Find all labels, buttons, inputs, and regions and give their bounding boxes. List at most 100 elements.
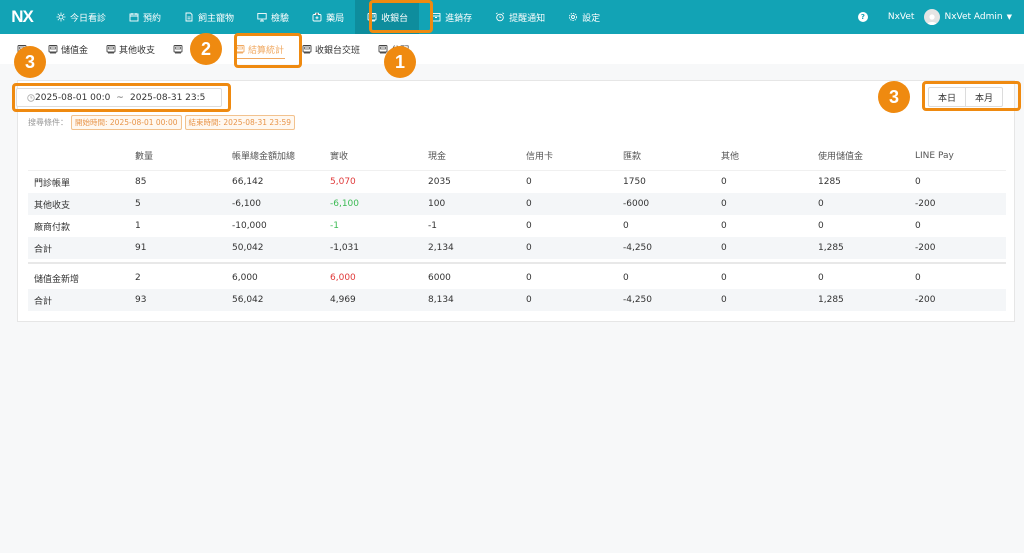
- table-header-row: 數量 帳單總金額加總 實收 現金 信用卡 匯款 其他 使用儲值金 LINE Pay: [28, 141, 1006, 171]
- table-cell: 其他收支: [34, 200, 71, 211]
- nav-item-7[interactable]: 提醒通知: [483, 0, 556, 34]
- table-cell: 5: [135, 199, 141, 209]
- top-navbar: NX 今日看診 預約 飼主寵物 檢驗 藥局 收銀台 進銷存 提醒通知 設定 ? NxVet Nx…: [0, 0, 1024, 34]
- nav-item-2[interactable]: 飼主寵物: [172, 0, 245, 34]
- today-button[interactable]: 本日: [928, 87, 966, 107]
- table-cell: 0: [526, 295, 532, 305]
- table-cell: -200: [915, 295, 936, 305]
- subtab-label: 儲值金: [61, 45, 89, 56]
- table-row: 其他收支 5 -6,100 -6,100 100 0 -6000 0 0 -200: [28, 193, 1006, 215]
- table-row: 合計 93 56,042 4,969 8,134 0 -4,250 0 1,285 -200: [28, 289, 1006, 311]
- table-cell: 2035: [428, 177, 451, 187]
- table-cell: -1,031: [330, 243, 360, 253]
- subtab-label: 其他收支: [119, 45, 156, 56]
- table-cell: 6000: [428, 273, 451, 283]
- cashier-icon: [106, 44, 116, 54]
- table-cell: 6,000: [232, 273, 258, 283]
- table-cell: 1,285: [818, 243, 844, 253]
- table-cell: 0: [721, 273, 727, 283]
- annotation-3-left: 3: [14, 46, 46, 78]
- avatar[interactable]: [924, 9, 941, 25]
- annotation-2: 2: [190, 33, 222, 65]
- start-date-input[interactable]: 2025-08-01 00:00: [35, 93, 110, 103]
- nav-item-label: 收銀台: [381, 13, 409, 24]
- cashier-icon: [366, 12, 377, 23]
- table-divider: [28, 262, 1006, 264]
- nav-item-4[interactable]: 藥局: [300, 0, 355, 34]
- date-range-picker[interactable]: 2025-08-01 00:00 ~ 2025-08-31 23:59: [16, 88, 222, 107]
- end-date-input[interactable]: 2025-08-31 23:59: [130, 93, 206, 103]
- table-cell: 0: [721, 221, 727, 231]
- table-cell: 0: [721, 243, 727, 253]
- column-header: LINE Pay: [915, 150, 954, 161]
- main-nav: 今日看診 預約 飼主寵物 檢驗 藥局 收銀台 進銷存 提醒通知 設定: [44, 0, 611, 34]
- column-header: 使用儲值金: [818, 152, 864, 162]
- table-cell: 儲值金新增: [34, 274, 80, 285]
- annotation-3-right: 3: [878, 81, 910, 113]
- table-cell: 6,000: [330, 273, 356, 283]
- user-icon: [927, 14, 938, 25]
- help-icon[interactable]: ?: [857, 12, 868, 22]
- annotation-1: 1: [384, 46, 416, 78]
- table-cell: -200: [915, 243, 936, 253]
- table-cell: 4,969: [330, 295, 356, 305]
- table-cell: 0: [818, 221, 824, 231]
- table-cell: 100: [428, 199, 446, 209]
- table-cell: 1,285: [818, 295, 844, 305]
- subtab-2[interactable]: 其他收支: [97, 34, 164, 64]
- nav-item-label: 飼主寵物: [198, 13, 235, 24]
- cashier-icon: [235, 44, 245, 54]
- table-cell: 0: [526, 221, 532, 231]
- app-logo[interactable]: NX: [0, 0, 44, 34]
- table-cell: 0: [818, 199, 824, 209]
- subtab-4[interactable]: 結算統計: [226, 34, 293, 64]
- table-cell: 0: [526, 273, 532, 283]
- user-menu[interactable]: NxVet Admin: [944, 12, 1002, 22]
- start-time-tag: 開始時間: 2025-08-01 00:00: [71, 114, 182, 130]
- table-cell: -6000: [623, 199, 650, 209]
- column-header: 匯款: [623, 152, 642, 162]
- nav-item-8[interactable]: 設定: [556, 0, 611, 34]
- inventory-icon: [430, 12, 441, 23]
- table-cell: 0: [915, 177, 921, 187]
- table-cell: -1: [428, 221, 437, 231]
- nav-item-label: 藥局: [326, 13, 345, 24]
- table-cell: 門診帳單: [34, 178, 71, 189]
- table-cell: -6,100: [232, 199, 262, 209]
- table-cell: -4,250: [623, 295, 653, 305]
- table-cell: 0: [721, 177, 727, 187]
- nav-item-label: 提醒通知: [509, 13, 546, 24]
- nav-item-6[interactable]: 進銷存: [419, 0, 483, 34]
- cashier-icon: [173, 44, 183, 54]
- top-right-area: ? NxVet NxVet Admin ▼: [857, 0, 1024, 34]
- subtab-label: 結算統計: [248, 45, 285, 56]
- monitor-icon: [256, 12, 267, 23]
- table-cell: 1: [135, 221, 141, 231]
- nav-item-0[interactable]: 今日看診: [44, 0, 117, 34]
- table-row: 儲值金新增 2 6,000 6,000 6000 0 0 0 0 0: [28, 267, 1006, 289]
- table-cell: 廠商付款: [34, 222, 71, 233]
- nav-item-5[interactable]: 收銀台: [355, 0, 420, 34]
- table-cell: 56,042: [232, 295, 264, 305]
- column-header: 其他: [721, 152, 740, 162]
- document-icon: [183, 12, 194, 23]
- subtab-5[interactable]: 收銀台交班: [293, 34, 369, 64]
- table-cell: 合計: [34, 244, 53, 255]
- column-header: 信用卡: [526, 152, 554, 162]
- nav-item-3[interactable]: 檢驗: [245, 0, 300, 34]
- subtab-1[interactable]: 儲值金: [39, 34, 97, 64]
- column-header: 實收: [330, 152, 349, 162]
- table-cell: 85: [135, 177, 147, 187]
- chevron-down-icon[interactable]: ▼: [1007, 13, 1012, 21]
- conditions-label: 搜尋條件：: [28, 117, 68, 127]
- table-cell: 66,142: [232, 177, 264, 187]
- nav-item-1[interactable]: 預約: [117, 0, 172, 34]
- table-cell: 0: [721, 295, 727, 305]
- table-cell: -4,250: [623, 243, 653, 253]
- this-month-button[interactable]: 本月: [966, 87, 1003, 107]
- table-cell: 0: [818, 273, 824, 283]
- gear-icon: [567, 12, 578, 23]
- table-cell: 1285: [818, 177, 841, 187]
- table-cell: 合計: [34, 296, 53, 307]
- table-row: 廠商付款 1 -10,000 -1 -1 0 0 0 0 0: [28, 215, 1006, 237]
